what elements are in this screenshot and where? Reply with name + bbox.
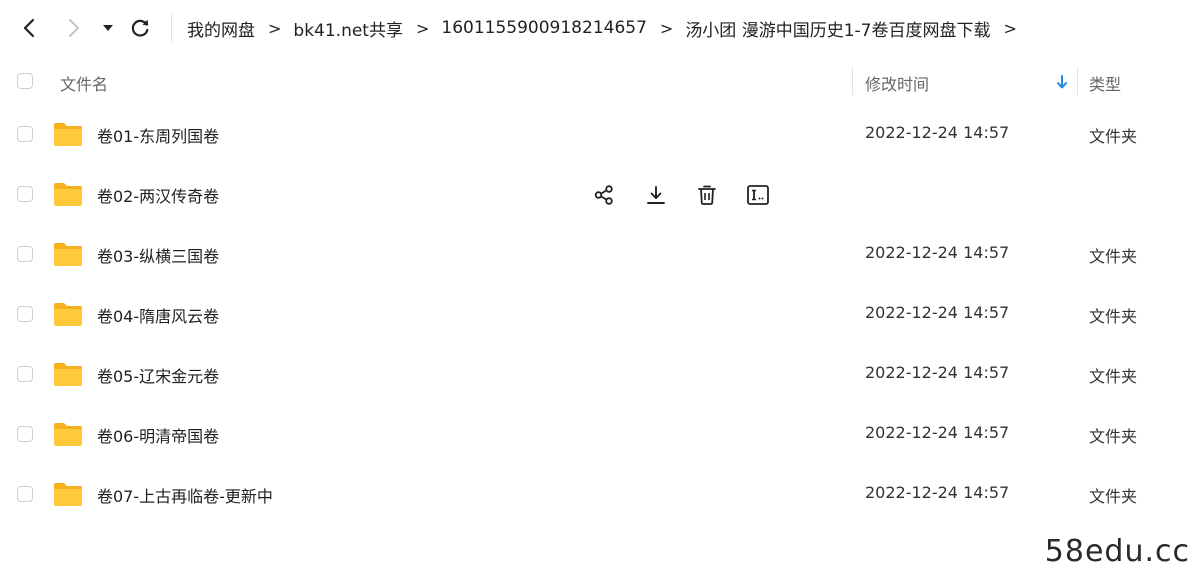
column-header-type[interactable]: 类型 [1089, 71, 1121, 95]
folder-icon [54, 123, 82, 146]
file-row[interactable]: 卷05-辽宋金元卷 2022-12-24 14:57 文件夹 [0, 344, 1204, 404]
rename-icon [747, 185, 769, 205]
row-checkbox[interactable] [17, 126, 33, 142]
nav-divider [171, 14, 172, 42]
history-dropdown-button[interactable] [95, 14, 121, 42]
chevron-right-icon [69, 19, 79, 37]
delete-button[interactable] [693, 181, 721, 209]
file-row[interactable]: 卷02-两汉传奇卷 [0, 164, 1204, 224]
row-checkbox[interactable] [17, 246, 33, 262]
file-name[interactable]: 卷04-隋唐风云卷 [97, 303, 219, 327]
row-checkbox[interactable] [17, 306, 33, 322]
file-modified-time: 2022-12-24 14:57 [865, 303, 1010, 322]
file-type: 文件夹 [1089, 247, 1138, 266]
column-header-modified[interactable]: 修改时间 [865, 71, 929, 95]
file-name[interactable]: 卷06-明清帝国卷 [97, 423, 219, 447]
file-modified-time: 2022-12-24 14:57 [865, 423, 1010, 442]
file-browser: 我的网盘 > bk41.net共享 > 1601155900918214657 … [0, 0, 1204, 577]
file-type: 文件夹 [1089, 427, 1138, 446]
file-type: 文件夹 [1089, 127, 1138, 146]
folder-icon [54, 303, 82, 326]
folder-icon [54, 363, 82, 386]
share-button[interactable] [590, 181, 618, 209]
navigation-bar: 我的网盘 > bk41.net共享 > 1601155900918214657 … [0, 0, 1204, 56]
file-name[interactable]: 卷03-纵横三国卷 [97, 243, 219, 267]
forward-button[interactable] [60, 14, 88, 42]
file-modified-time: 2022-12-24 14:57 [865, 483, 1010, 502]
breadcrumb-separator: > [659, 18, 674, 38]
breadcrumb-item-my-drive[interactable]: 我的网盘 [187, 16, 255, 41]
breadcrumb: 我的网盘 > bk41.net共享 > 1601155900918214657 … [187, 0, 1029, 56]
folder-icon [54, 183, 82, 206]
file-modified-time: 2022-12-24 14:57 [865, 363, 1010, 382]
breadcrumb-item-folder-id[interactable]: 1601155900918214657 [441, 18, 647, 38]
file-row[interactable]: 卷04-隋唐风云卷 2022-12-24 14:57 文件夹 [0, 284, 1204, 344]
caret-down-icon [103, 25, 113, 31]
file-list-header: 文件名 修改时间 类型 [0, 56, 1204, 106]
file-modified-time: 2022-12-24 14:57 [865, 243, 1010, 262]
select-all-checkbox[interactable] [17, 73, 33, 89]
file-name[interactable]: 卷07-上古再临卷-更新中 [97, 483, 273, 507]
rename-button[interactable] [744, 181, 772, 209]
refresh-icon [131, 19, 149, 37]
file-type: 文件夹 [1089, 307, 1138, 326]
breadcrumb-item-share[interactable]: bk41.net共享 [293, 16, 403, 41]
breadcrumb-item-current[interactable]: 汤小团 漫游中国历史1-7卷百度网盘下载 [685, 16, 990, 41]
row-checkbox[interactable] [17, 366, 33, 382]
file-row[interactable]: 卷03-纵横三国卷 2022-12-24 14:57 文件夹 [0, 224, 1204, 284]
column-divider [852, 67, 853, 95]
refresh-button[interactable] [126, 14, 154, 42]
file-row[interactable]: 卷06-明清帝国卷 2022-12-24 14:57 文件夹 [0, 404, 1204, 464]
share-icon [594, 185, 613, 205]
column-divider [1077, 67, 1078, 95]
file-row[interactable]: 卷01-东周列国卷 2022-12-24 14:57 文件夹 [0, 104, 1204, 164]
file-name[interactable]: 卷01-东周列国卷 [97, 123, 219, 147]
folder-icon [54, 483, 82, 506]
file-name[interactable]: 卷05-辽宋金元卷 [97, 363, 219, 387]
folder-icon [54, 243, 82, 266]
back-button[interactable] [15, 14, 43, 42]
delete-icon [698, 185, 716, 205]
file-modified-time: 2022-12-24 14:57 [865, 123, 1010, 142]
row-checkbox[interactable] [17, 426, 33, 442]
breadcrumb-separator: > [268, 18, 282, 38]
watermark: 58edu.cc [1044, 534, 1190, 569]
chevron-left-icon [23, 18, 35, 38]
download-button[interactable] [642, 181, 670, 209]
file-type: 文件夹 [1089, 487, 1138, 506]
column-header-name[interactable]: 文件名 [60, 71, 108, 95]
file-name[interactable]: 卷02-两汉传奇卷 [97, 183, 219, 207]
file-type: 文件夹 [1089, 367, 1138, 386]
row-checkbox[interactable] [17, 186, 33, 202]
download-icon [647, 186, 665, 204]
breadcrumb-separator: > [1003, 18, 1017, 38]
breadcrumb-separator: > [415, 18, 430, 38]
sort-descending-icon[interactable] [1056, 74, 1068, 90]
folder-icon [54, 423, 82, 446]
file-row[interactable]: 卷07-上古再临卷-更新中 2022-12-24 14:57 文件夹 [0, 464, 1204, 524]
row-checkbox[interactable] [17, 486, 33, 502]
